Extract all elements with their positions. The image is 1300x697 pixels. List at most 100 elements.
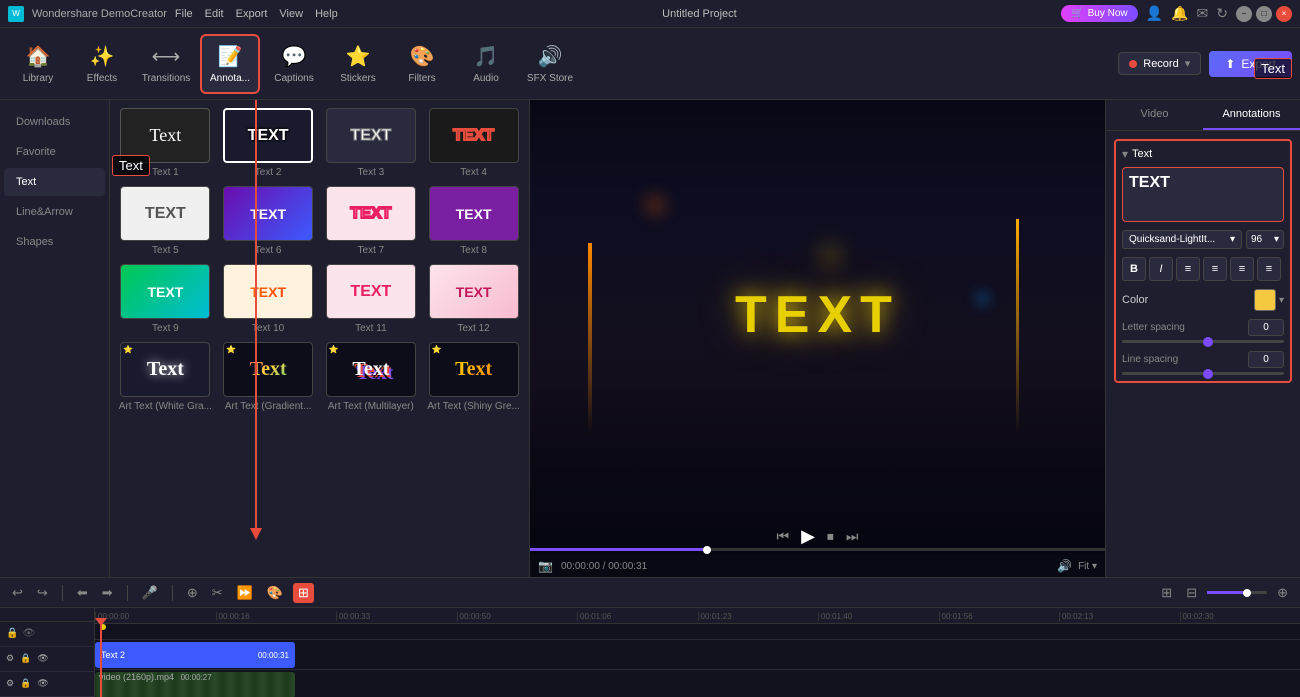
refresh-icon[interactable]: ↻: [1216, 5, 1228, 22]
volume-icon[interactable]: 🔊: [1057, 559, 1072, 573]
menu-view[interactable]: View: [279, 8, 303, 20]
zoom-expand-button[interactable]: ⊕: [1273, 583, 1292, 603]
trim-start-button[interactable]: ⬅: [73, 583, 92, 603]
zoom-track[interactable]: [1207, 591, 1267, 594]
text-preset-1[interactable]: Text Text 1: [118, 108, 213, 178]
italic-button[interactable]: I: [1149, 257, 1173, 281]
library-icon: 🏠: [26, 44, 51, 69]
ruler-spacer: [0, 608, 94, 622]
line-spacing-thumb[interactable]: [1203, 369, 1213, 379]
menu-edit[interactable]: Edit: [205, 8, 224, 20]
record-voice-button[interactable]: 🎤: [138, 583, 162, 603]
export-icon: ⬆: [1225, 57, 1235, 71]
undo-button[interactable]: ↩: [8, 583, 27, 603]
play-button[interactable]: ▶: [801, 526, 815, 547]
toolbar-annotations[interactable]: 📝 Annota...: [200, 34, 260, 94]
line-spacing-value[interactable]: 0: [1248, 351, 1284, 368]
menu-file[interactable]: File: [175, 8, 193, 20]
preview-text-overlay: TEXT: [735, 285, 900, 345]
buy-now-button[interactable]: 🛒 Buy Now: [1061, 5, 1137, 22]
text-track-clip[interactable]: Text 2 00:00:31: [95, 642, 295, 668]
track-lock-icon: 🔒: [20, 653, 31, 664]
toolbar-library[interactable]: 🏠 Library: [8, 34, 68, 94]
ruler-mark-6: 00:01:40: [818, 612, 939, 621]
align-right-button[interactable]: ≡: [1230, 257, 1254, 281]
text-preset-2[interactable]: TEXT Text 2: [221, 108, 316, 178]
split-button[interactable]: ✂: [208, 583, 227, 603]
stop-button[interactable]: ⏹: [827, 528, 834, 545]
letter-spacing-thumb[interactable]: [1203, 337, 1213, 347]
sidebar-item-shapes[interactable]: Shapes: [4, 228, 105, 256]
app-logo: W: [8, 6, 24, 22]
text-preset-art1[interactable]: Text ⭐ Art Text (White Gra...: [118, 342, 213, 412]
fit-select[interactable]: Fit ▾: [1078, 561, 1097, 572]
user-icon[interactable]: 👤: [1146, 5, 1163, 22]
align-left-button[interactable]: ≡: [1176, 257, 1200, 281]
text-preset-8[interactable]: TEXT Text 8: [426, 186, 521, 256]
menu-export[interactable]: Export: [236, 8, 268, 20]
toolbar-effects[interactable]: ✨ Effects: [72, 34, 132, 94]
active-tool-button[interactable]: ⊞: [293, 583, 314, 603]
text-preset-6[interactable]: TEXT Text 6: [221, 186, 316, 256]
sidebar-item-downloads[interactable]: Downloads: [4, 108, 105, 136]
close-button[interactable]: ×: [1276, 6, 1292, 22]
message-icon[interactable]: ✉: [1197, 5, 1209, 22]
toolbar-captions[interactable]: 💬 Captions: [264, 34, 324, 94]
tab-video[interactable]: Video: [1106, 100, 1203, 130]
snapshot-icon[interactable]: 📷: [538, 559, 553, 573]
sidebar-item-favorite[interactable]: Favorite: [4, 138, 105, 166]
app-name: Wondershare DemoCreator: [32, 8, 167, 20]
toolbar-audio[interactable]: 🎵 Audio: [456, 34, 516, 94]
text-preset-9[interactable]: TEXT Text 9: [118, 264, 213, 334]
font-size-control[interactable]: 96 ▾: [1246, 230, 1284, 249]
trim-end-button[interactable]: ➡: [98, 583, 117, 603]
text-preset-10[interactable]: TEXT Text 10: [221, 264, 316, 334]
color-correct-button[interactable]: 🎨: [263, 583, 287, 603]
sidebar-item-line-arrow[interactable]: Line&Arrow: [4, 198, 105, 226]
record-button[interactable]: Record ▾: [1118, 52, 1201, 75]
tl-separator-1: [62, 585, 63, 601]
align-justify-button[interactable]: ≡: [1257, 257, 1281, 281]
letter-spacing-value[interactable]: 0: [1248, 319, 1284, 336]
text-preset-art2[interactable]: Text ⭐ Art Text (Gradient...: [221, 342, 316, 412]
color-swatch[interactable]: [1254, 289, 1276, 311]
text-preset-art4[interactable]: Text ⭐ Art Text (Shiny Gre...: [426, 342, 521, 412]
tab-annotations[interactable]: Annotations: [1203, 100, 1300, 130]
add-track-button[interactable]: ⊕: [183, 583, 202, 603]
text-preset-12[interactable]: TEXT Text 12: [426, 264, 521, 334]
preview-bottom-bar: 📷 00:00:00 / 00:00:31 🔊 Fit ▾: [530, 555, 1105, 577]
toolbar-stickers[interactable]: ⭐ Stickers: [328, 34, 388, 94]
align-center-button[interactable]: ≡: [1203, 257, 1227, 281]
toolbar-sfx[interactable]: 🔊 SFX Store: [520, 34, 580, 94]
text-preset-7[interactable]: TEXT Text 7: [324, 186, 419, 256]
text-preset-art3[interactable]: Text ⭐ Art Text (Multilayer): [324, 342, 419, 412]
bell-icon[interactable]: 🔔: [1171, 5, 1188, 22]
letter-spacing-slider[interactable]: [1122, 340, 1284, 343]
menu-help[interactable]: Help: [315, 8, 338, 20]
color-dropdown-icon[interactable]: ▾: [1279, 295, 1284, 306]
text-preset-5[interactable]: TEXT Text 5: [118, 186, 213, 256]
text-preset-11[interactable]: TEXT Text 11: [324, 264, 419, 334]
export-button[interactable]: ⬆ Export: [1209, 51, 1292, 77]
fast-forward-icon[interactable]: ⏭: [846, 528, 859, 545]
toolbar-transitions[interactable]: ⟷ Transitions: [136, 34, 196, 94]
font-row: Quicksand-LightIt... ▾ 96 ▾: [1122, 230, 1284, 249]
add-media-button[interactable]: ⊞: [1157, 583, 1176, 603]
rewind-icon[interactable]: ⏮: [776, 528, 789, 545]
zoom-fit-button[interactable]: ⊟: [1182, 583, 1201, 603]
speed-button[interactable]: ⏩: [233, 583, 257, 603]
text-preset-4[interactable]: TEXT Text 4: [426, 108, 521, 178]
text-preset-3[interactable]: TEXT Text 3: [324, 108, 419, 178]
minimize-button[interactable]: −: [1236, 6, 1252, 22]
text-content-editor[interactable]: TEXT: [1122, 167, 1284, 222]
timeline-right-controls: ⊞ ⊟ ⊕: [1157, 583, 1292, 603]
maximize-button[interactable]: □: [1256, 6, 1272, 22]
progress-bar[interactable]: [530, 548, 1105, 551]
bold-button[interactable]: B: [1122, 257, 1146, 281]
redo-button[interactable]: ↪: [33, 583, 52, 603]
line-spacing-slider[interactable]: [1122, 372, 1284, 375]
toolbar-filters[interactable]: 🎨 Filters: [392, 34, 452, 94]
sidebar-item-text[interactable]: Text: [4, 168, 105, 196]
font-selector[interactable]: Quicksand-LightIt... ▾: [1122, 230, 1242, 249]
color-picker-control[interactable]: ▾: [1254, 289, 1284, 311]
